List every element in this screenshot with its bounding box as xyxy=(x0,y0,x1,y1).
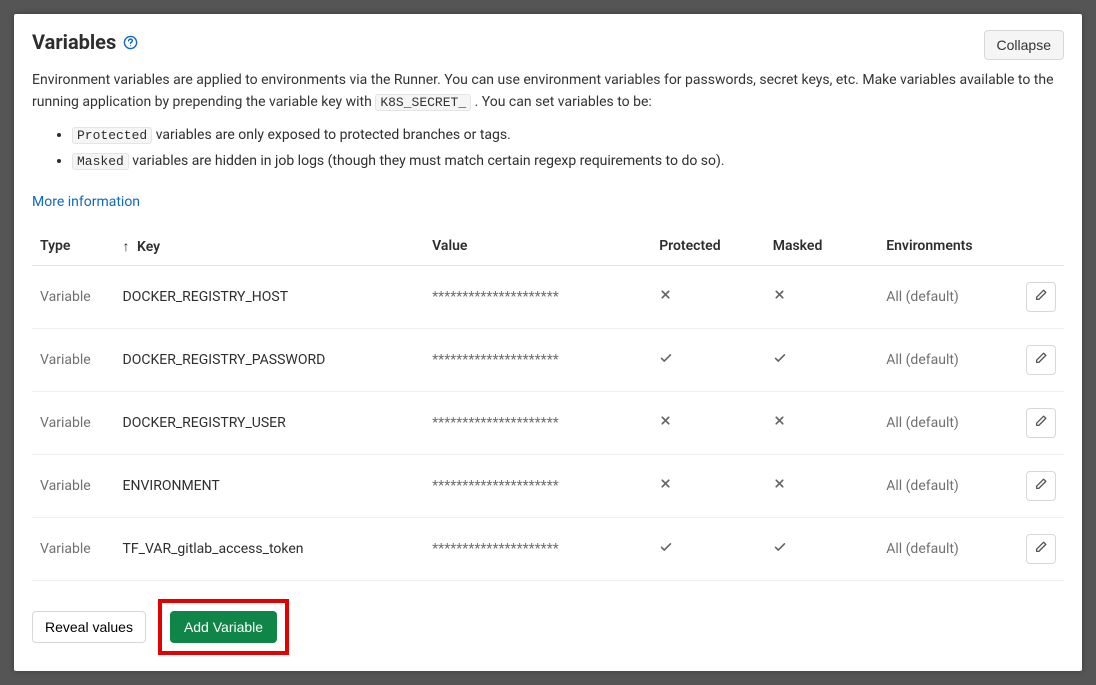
panel-header: Variables Collapse xyxy=(32,30,1064,60)
more-information-link[interactable]: More information xyxy=(32,194,140,210)
cell-environments: All (default) xyxy=(878,328,1002,391)
column-masked[interactable]: Masked xyxy=(765,228,879,266)
list-item: Masked variables are hidden in job logs … xyxy=(72,149,1064,174)
help-icon[interactable] xyxy=(122,34,138,50)
cell-value: ********************* xyxy=(424,391,651,454)
table-row: VariableENVIRONMENT*********************… xyxy=(32,454,1064,517)
pencil-icon xyxy=(1034,288,1048,305)
table-row: VariableDOCKER_REGISTRY_HOST************… xyxy=(32,265,1064,328)
reveal-values-button[interactable]: Reveal values xyxy=(32,611,146,643)
x-icon xyxy=(773,414,791,431)
edit-button[interactable] xyxy=(1026,345,1056,375)
table-row: VariableTF_VAR_gitlab_access_token******… xyxy=(32,517,1064,580)
variables-table: Type ↑ Key Value Protected Masked Enviro… xyxy=(32,228,1064,581)
cell-actions xyxy=(1002,391,1064,454)
pencil-icon xyxy=(1034,540,1048,557)
cell-protected xyxy=(651,517,765,580)
cell-key: DOCKER_REGISTRY_USER xyxy=(115,391,425,454)
cell-key: DOCKER_REGISTRY_PASSWORD xyxy=(115,328,425,391)
x-icon xyxy=(659,477,677,494)
variables-panel: Variables Collapse Environment variables… xyxy=(14,14,1082,671)
masked-text: variables are hidden in job logs (though… xyxy=(132,153,724,169)
cell-type: Variable xyxy=(32,265,115,328)
column-key-label: Key xyxy=(137,239,160,255)
x-icon xyxy=(773,288,791,305)
protected-code: Protected xyxy=(72,127,152,144)
cell-protected xyxy=(651,454,765,517)
add-variable-highlight: Add Variable xyxy=(158,599,289,655)
pencil-icon xyxy=(1034,351,1048,368)
cell-type: Variable xyxy=(32,391,115,454)
edit-button[interactable] xyxy=(1026,534,1056,564)
cell-environments: All (default) xyxy=(878,517,1002,580)
cell-masked xyxy=(765,328,879,391)
pencil-icon xyxy=(1034,477,1048,494)
cell-type: Variable xyxy=(32,454,115,517)
cell-protected xyxy=(651,391,765,454)
cell-protected xyxy=(651,328,765,391)
variable-types-list: Protected variables are only exposed to … xyxy=(72,123,1064,173)
cell-value: ********************* xyxy=(424,265,651,328)
cell-masked xyxy=(765,454,879,517)
check-icon xyxy=(659,351,677,369)
secret-prefix-code: K8S_SECRET_ xyxy=(375,94,471,111)
cell-masked xyxy=(765,265,879,328)
cell-environments: All (default) xyxy=(878,265,1002,328)
sort-ascending-icon: ↑ xyxy=(123,239,130,255)
cell-protected xyxy=(651,265,765,328)
cell-actions xyxy=(1002,328,1064,391)
column-actions xyxy=(1002,228,1064,266)
x-icon xyxy=(659,288,677,305)
column-type[interactable]: Type xyxy=(32,228,115,266)
column-environments[interactable]: Environments xyxy=(878,228,1002,266)
check-icon xyxy=(773,540,791,558)
table-row: VariableDOCKER_REGISTRY_PASSWORD********… xyxy=(32,328,1064,391)
edit-button[interactable] xyxy=(1026,471,1056,501)
cell-environments: All (default) xyxy=(878,454,1002,517)
x-icon xyxy=(659,414,677,431)
table-row: VariableDOCKER_REGISTRY_USER************… xyxy=(32,391,1064,454)
protected-text: variables are only exposed to protected … xyxy=(156,127,511,143)
cell-value: ********************* xyxy=(424,517,651,580)
column-key[interactable]: ↑ Key xyxy=(115,228,425,266)
edit-button[interactable] xyxy=(1026,282,1056,312)
cell-key: DOCKER_REGISTRY_HOST xyxy=(115,265,425,328)
footer-actions: Reveal values Add Variable xyxy=(32,599,1064,655)
page-title: Variables xyxy=(32,30,116,54)
column-protected[interactable]: Protected xyxy=(651,228,765,266)
cell-type: Variable xyxy=(32,328,115,391)
description: Environment variables are applied to env… xyxy=(32,70,1064,113)
cell-actions xyxy=(1002,517,1064,580)
cell-value: ********************* xyxy=(424,328,651,391)
column-value[interactable]: Value xyxy=(424,228,651,266)
cell-actions xyxy=(1002,454,1064,517)
edit-button[interactable] xyxy=(1026,408,1056,438)
cell-key: ENVIRONMENT xyxy=(115,454,425,517)
check-icon xyxy=(773,351,791,369)
x-icon xyxy=(773,477,791,494)
add-variable-button[interactable]: Add Variable xyxy=(170,611,277,643)
check-icon xyxy=(659,540,677,558)
list-item: Protected variables are only exposed to … xyxy=(72,123,1064,148)
title-wrap: Variables xyxy=(32,30,138,54)
masked-code: Masked xyxy=(72,153,129,170)
cell-masked xyxy=(765,517,879,580)
cell-environments: All (default) xyxy=(878,391,1002,454)
cell-type: Variable xyxy=(32,517,115,580)
cell-value: ********************* xyxy=(424,454,651,517)
cell-masked xyxy=(765,391,879,454)
pencil-icon xyxy=(1034,414,1048,431)
cell-key: TF_VAR_gitlab_access_token xyxy=(115,517,425,580)
cell-actions xyxy=(1002,265,1064,328)
collapse-button[interactable]: Collapse xyxy=(984,30,1064,60)
description-text-b: . You can set variables to be: xyxy=(475,94,652,110)
